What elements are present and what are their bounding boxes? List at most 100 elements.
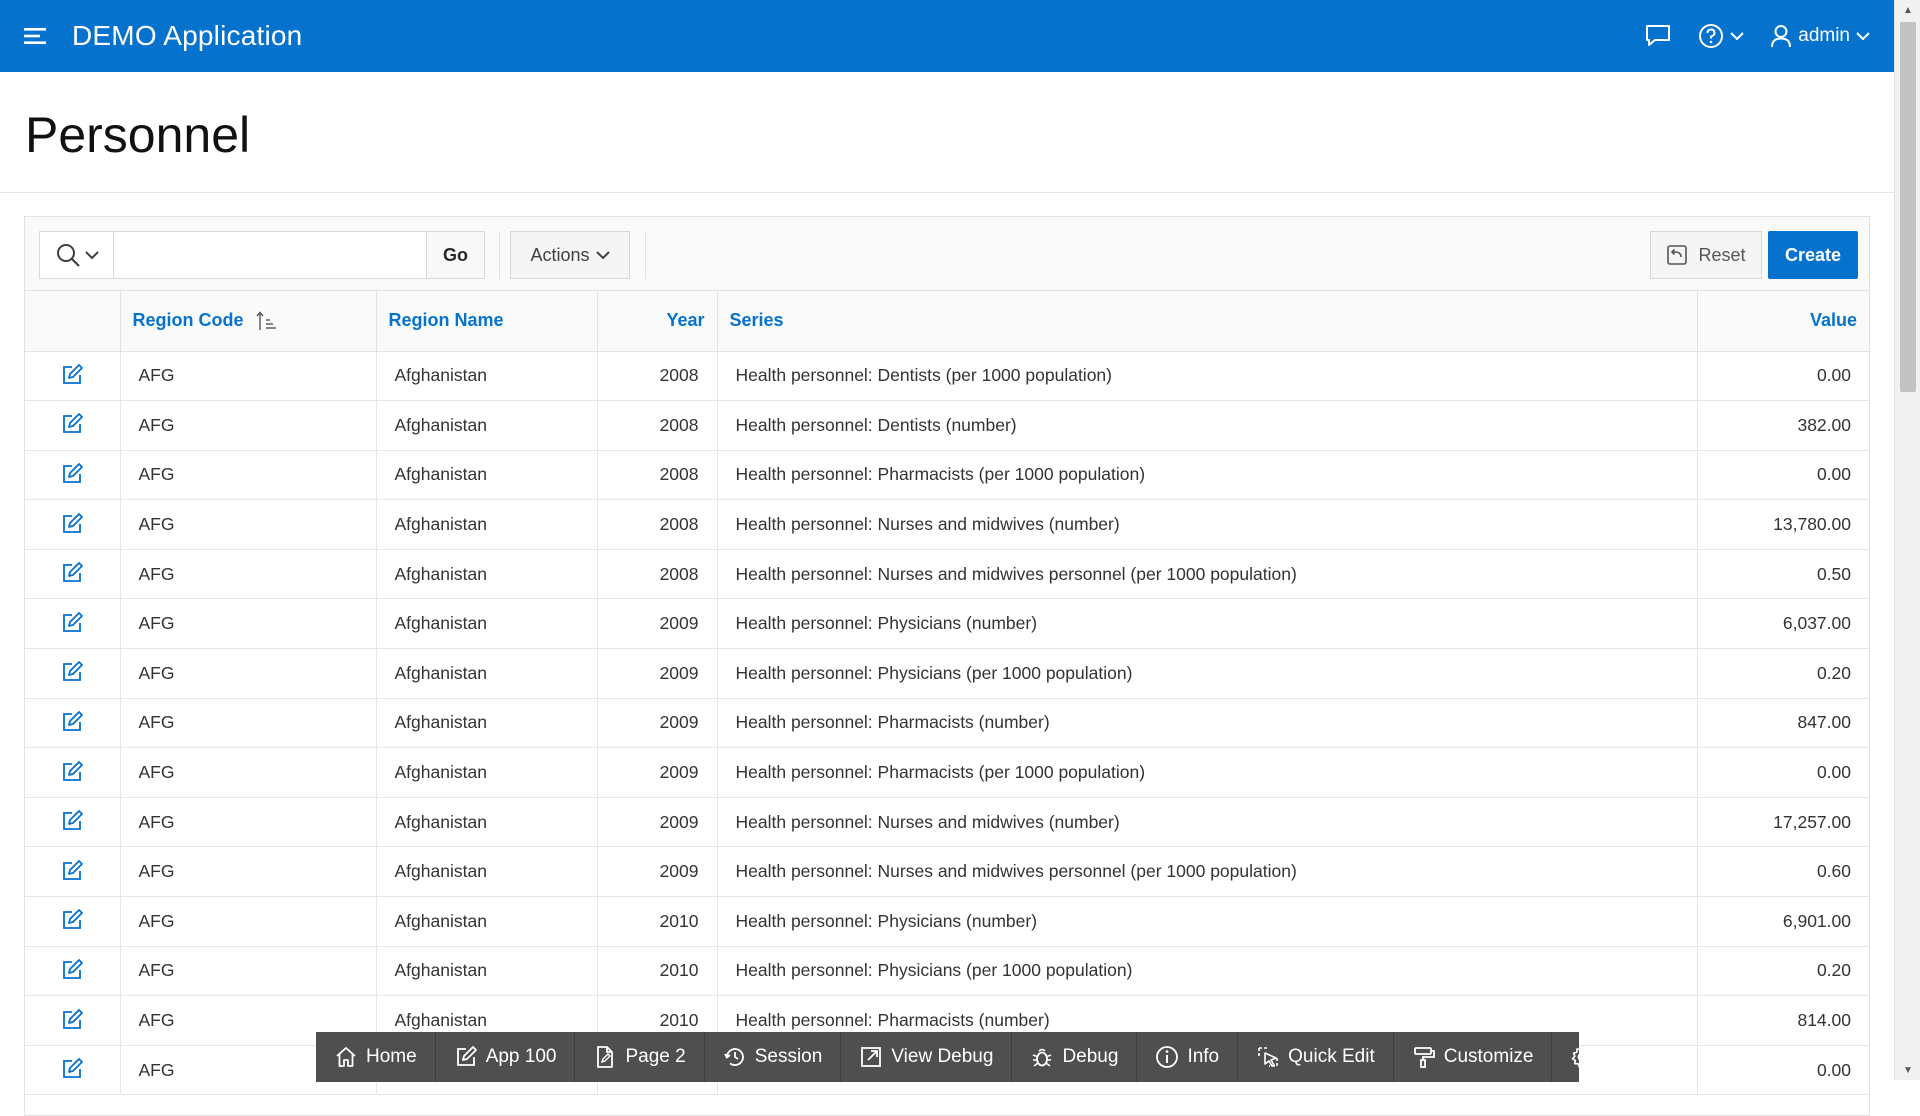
cell-series: Health personnel: Physicians (number) bbox=[717, 598, 1698, 650]
edit-row-link[interactable] bbox=[57, 856, 87, 886]
dev-toolbar-customize-button[interactable]: Customize bbox=[1394, 1032, 1553, 1082]
cell-value: 0.20 bbox=[1697, 648, 1869, 699]
dev-toolbar-app-100-button[interactable]: App 100 bbox=[436, 1032, 576, 1082]
cell-year: 2009 bbox=[597, 846, 718, 898]
chevron-down-icon bbox=[84, 251, 99, 260]
edit-row-link[interactable] bbox=[57, 955, 87, 985]
edit-row-link[interactable] bbox=[57, 409, 87, 439]
edit-icon bbox=[63, 1008, 84, 1029]
column-header-region-name[interactable]: Region Name bbox=[376, 291, 598, 352]
page-title: Personnel bbox=[25, 107, 251, 163]
cell-region-code: AFG bbox=[120, 400, 377, 451]
table-row: AFG Afghanistan 2008 Health personnel: Dent… bbox=[25, 351, 1869, 402]
cell-region-code: AFG bbox=[120, 351, 377, 402]
cell-region-code: AFG bbox=[120, 797, 377, 848]
cell-region-name: Afghanistan bbox=[376, 698, 598, 749]
chevron-down-icon bbox=[1856, 32, 1870, 41]
user-name: admin bbox=[1798, 25, 1850, 46]
edit-cell bbox=[25, 598, 121, 650]
edit-cell bbox=[25, 400, 121, 451]
scroll-up-arrow[interactable]: ▲ bbox=[1895, 0, 1920, 20]
edit-row-link[interactable] bbox=[57, 1005, 87, 1035]
cell-region-name: Afghanistan bbox=[376, 499, 598, 550]
hamburger-icon[interactable] bbox=[22, 22, 50, 50]
edit-icon bbox=[63, 661, 84, 682]
actions-menu-button[interactable]: Actions bbox=[510, 231, 630, 279]
dev-toolbar-view-debug-button[interactable]: View Debug bbox=[841, 1032, 1013, 1082]
reset-button[interactable]: Reset bbox=[1650, 231, 1762, 279]
interactive-report: Go Actions Reset Create Region Code Regi… bbox=[24, 216, 1870, 1116]
edit-row-link[interactable] bbox=[57, 707, 87, 737]
cell-region-code: AFG bbox=[120, 499, 377, 550]
dev-toolbar-debug-button[interactable]: Debug bbox=[1012, 1032, 1138, 1082]
cell-region-code: AFG bbox=[120, 549, 377, 600]
edit-row-link[interactable] bbox=[57, 509, 87, 539]
help-menu-button[interactable] bbox=[1698, 23, 1744, 49]
app-title[interactable]: DEMO Application bbox=[72, 20, 302, 52]
cell-year: 2008 bbox=[597, 450, 718, 501]
edit-row-link[interactable] bbox=[57, 657, 87, 687]
dev-toolbar-settings-button[interactable] bbox=[1552, 1032, 1612, 1082]
cell-value: 0.00 bbox=[1697, 450, 1869, 501]
cell-value: 847.00 bbox=[1697, 698, 1869, 749]
gear-icon bbox=[1572, 1046, 1594, 1068]
toolbar-divider bbox=[499, 231, 500, 279]
page-icon bbox=[597, 1046, 614, 1068]
cell-year: 2009 bbox=[597, 797, 718, 848]
cell-region-name: Afghanistan bbox=[376, 797, 598, 848]
cell-region-name: Afghanistan bbox=[376, 648, 598, 699]
cell-region-name: Afghanistan bbox=[376, 946, 598, 997]
help-icon bbox=[1699, 24, 1724, 48]
cell-value: 814.00 bbox=[1697, 995, 1869, 1046]
search-icon bbox=[56, 244, 80, 267]
edit-row-link[interactable] bbox=[57, 558, 87, 588]
scroll-down-arrow[interactable]: ▼ bbox=[1895, 1060, 1920, 1080]
feedback-button[interactable] bbox=[1644, 23, 1672, 49]
edit-row-link[interactable] bbox=[57, 757, 87, 787]
cell-year: 2009 bbox=[597, 598, 718, 650]
search-input[interactable] bbox=[114, 232, 426, 278]
go-button[interactable]: Go bbox=[426, 232, 484, 278]
column-header-region-code[interactable]: Region Code bbox=[120, 291, 377, 352]
edit-row-link[interactable] bbox=[57, 806, 87, 836]
create-button[interactable]: Create bbox=[1768, 231, 1858, 279]
edit-row-link[interactable] bbox=[57, 905, 87, 935]
quick-edit-icon bbox=[1258, 1047, 1278, 1067]
column-header-year[interactable]: Year bbox=[597, 291, 718, 352]
table-row: AFG Afghanistan 2008 Health personnel: Phar… bbox=[25, 450, 1869, 501]
edit-row-link[interactable] bbox=[57, 608, 87, 638]
edit-row-link[interactable] bbox=[57, 459, 87, 489]
cell-region-name: Afghanistan bbox=[376, 450, 598, 501]
table-row: AFG Afghanistan 2010 Health personnel: Phys… bbox=[25, 896, 1869, 947]
table-header-row: Region Code Region Name Year Series Valu… bbox=[25, 291, 1869, 352]
column-header-series[interactable]: Series bbox=[717, 291, 1698, 352]
edit-cell bbox=[25, 648, 121, 699]
dev-toolbar-page-2-button[interactable]: Page 2 bbox=[575, 1032, 705, 1082]
edit-cell bbox=[25, 896, 121, 947]
column-header-value[interactable]: Value bbox=[1697, 291, 1869, 352]
table-row: AFG Afghanistan 2009 Health personnel: Phar… bbox=[25, 698, 1869, 749]
edit-cell bbox=[25, 747, 121, 798]
dev-toolbar-quick-edit-button[interactable]: Quick Edit bbox=[1238, 1032, 1394, 1082]
search-column-selector[interactable] bbox=[40, 232, 114, 278]
user-icon bbox=[1771, 25, 1792, 48]
cell-year: 2009 bbox=[597, 698, 718, 749]
cell-series: Health personnel: Dentists (per 1000 pop… bbox=[717, 351, 1698, 402]
dev-toolbar-info-button[interactable]: Info bbox=[1137, 1032, 1239, 1082]
table-row: AFG Afghanistan 2010 Health personnel: Phys… bbox=[25, 946, 1869, 997]
edit-cell bbox=[25, 797, 121, 848]
chevron-down-icon bbox=[1730, 32, 1744, 41]
user-menu-button[interactable]: admin bbox=[1770, 24, 1870, 48]
table-row: AFG Afghanistan 2009 Health personnel: Nurs… bbox=[25, 846, 1869, 898]
edit-icon bbox=[63, 810, 84, 831]
edit-row-link[interactable] bbox=[57, 360, 87, 390]
cell-series: Health personnel: Pharmacists (per 1000 … bbox=[717, 450, 1698, 501]
chat-icon bbox=[1646, 25, 1671, 46]
cell-year: 2010 bbox=[597, 896, 718, 947]
dev-toolbar-session-button[interactable]: Session bbox=[705, 1032, 842, 1082]
vertical-scrollbar[interactable]: ▲ ▼ bbox=[1894, 0, 1920, 1080]
info-icon bbox=[1156, 1046, 1179, 1068]
scrollbar-thumb[interactable] bbox=[1900, 22, 1916, 392]
reset-label: Reset bbox=[1698, 244, 1746, 265]
dev-toolbar-home-button[interactable]: Home bbox=[316, 1032, 436, 1082]
